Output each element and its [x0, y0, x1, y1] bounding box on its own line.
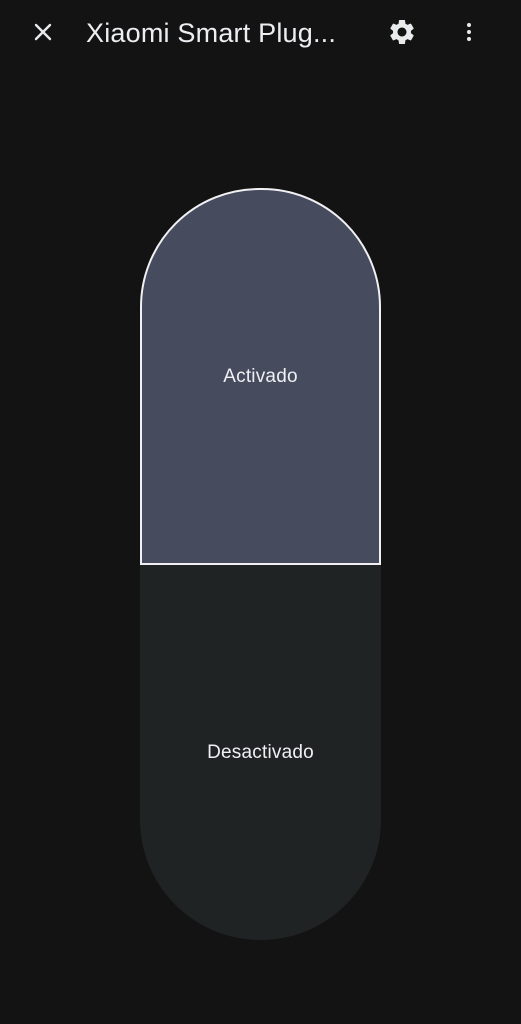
activate-label: Activado — [223, 365, 298, 387]
power-toggle-switch: Activado Desactivado — [140, 188, 381, 940]
more-vertical-icon — [467, 23, 471, 41]
deactivate-label: Desactivado — [207, 741, 314, 763]
page-title: Xiaomi Smart Plug... — [86, 18, 337, 48]
close-button[interactable] — [19, 8, 67, 56]
close-icon — [34, 23, 52, 41]
top-app-bar: Xiaomi Smart Plug... — [0, 0, 521, 64]
more-options-button[interactable] — [445, 8, 493, 56]
device-control-screen: Xiaomi Smart Plug... Activado Desactivad… — [0, 0, 521, 1024]
settings-button[interactable] — [378, 8, 426, 56]
activate-button[interactable]: Activado — [140, 188, 381, 565]
deactivate-button[interactable]: Desactivado — [140, 565, 381, 940]
gear-icon — [390, 19, 414, 44]
